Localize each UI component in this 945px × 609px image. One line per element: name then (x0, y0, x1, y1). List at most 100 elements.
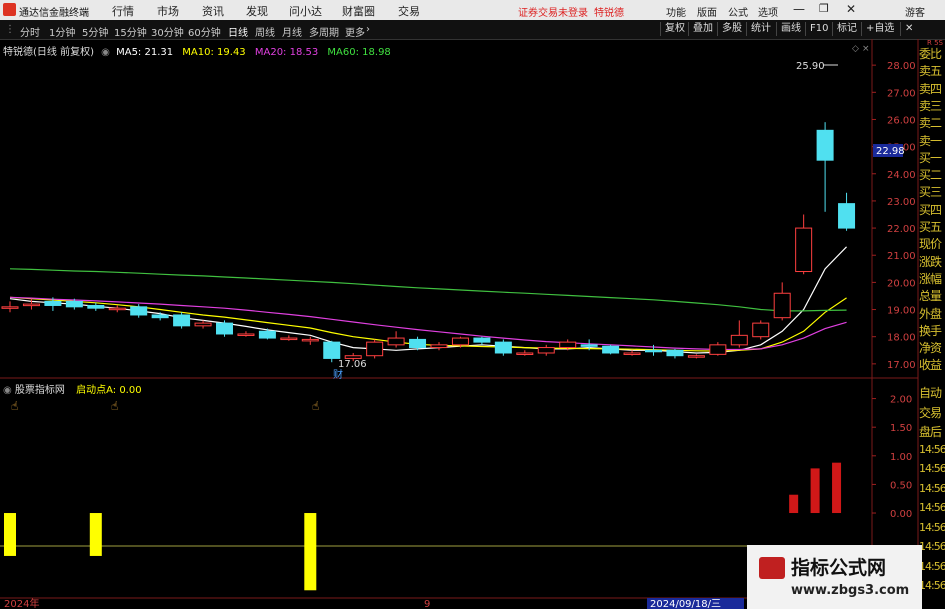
candle-down (494, 341, 512, 354)
indicator-bar (789, 494, 799, 514)
price-tick-label: 19.00 (887, 306, 916, 317)
menu-ask-xiaoda[interactable]: 问小达 (289, 3, 322, 19)
price-tick-label: 28.00 (887, 61, 916, 72)
candle-up (22, 303, 40, 307)
period-multi[interactable]: 多周期 (309, 24, 339, 39)
indicator-name[interactable]: 股票指标网 (15, 385, 65, 396)
candle-up (709, 344, 727, 355)
sidebar-bottom-item[interactable]: 自动 (919, 384, 945, 401)
period-60min[interactable]: 60分钟 (188, 24, 221, 39)
sidebar-bottom-item[interactable]: 14:56 (919, 540, 945, 553)
menu-options[interactable]: 选项 (758, 4, 778, 19)
sidebar-item[interactable]: 总量 (919, 287, 945, 304)
menu-quotes[interactable]: 行情 (112, 3, 134, 19)
sidebar-item[interactable]: 委比 (919, 45, 945, 62)
period-toolbar: ⋮ 分时 1分钟 5分钟 15分钟 30分钟 60分钟 日线 周线 月线 多周期… (0, 20, 945, 40)
menu-market[interactable]: 市场 (157, 3, 179, 19)
candle-up (237, 333, 255, 336)
sidebar-item[interactable]: 买四 (919, 201, 945, 218)
sidebar-item[interactable]: 涨跌 (919, 253, 945, 270)
sidebar-item[interactable]: 卖一 (919, 132, 945, 149)
indicator-bar (304, 513, 317, 591)
candle-down (65, 300, 83, 308)
ma10-label: MA10: 19.43 (182, 47, 246, 58)
sidebar-bottom-item[interactable]: 交易 (919, 404, 945, 421)
sidebar-bottom-item[interactable]: 14:56 (919, 443, 945, 456)
mark-button[interactable]: 标记 (832, 22, 861, 36)
financial-report-marker[interactable]: 财 (333, 368, 343, 381)
high-price-label: 25.90 (796, 61, 825, 72)
sidebar-bottom-item[interactable]: 14:56 (919, 560, 945, 573)
restore-icon[interactable]: ❐ (819, 2, 829, 15)
sidebar-bottom-item[interactable]: 14:56 (919, 482, 945, 495)
menu-discover[interactable]: 发现 (246, 3, 268, 19)
x-axis-label-month: 9 (424, 599, 430, 609)
period-15min[interactable]: 15分钟 (114, 24, 147, 39)
diamond-icon[interactable]: ◇ (852, 44, 859, 54)
candle-down (580, 344, 598, 347)
period-intraday[interactable]: 分时 (20, 24, 40, 39)
menu-formula[interactable]: 公式 (728, 4, 748, 19)
sidebar-item[interactable]: 收益 (919, 356, 945, 373)
sidebar-item[interactable]: 涨幅 (919, 270, 945, 287)
period-5min[interactable]: 5分钟 (82, 24, 108, 39)
sidebar-item[interactable]: 现价 (919, 235, 945, 252)
menu-news[interactable]: 资讯 (202, 3, 224, 19)
minimize-icon[interactable]: — (793, 2, 805, 16)
period-more[interactable]: 更多 (345, 24, 365, 39)
sidebar-item[interactable]: 卖二 (919, 114, 945, 131)
menu-layout[interactable]: 版面 (697, 4, 717, 19)
period-1min[interactable]: 1分钟 (49, 24, 75, 39)
period-weekly[interactable]: 周线 (255, 24, 275, 39)
ma5-label: MA5: 21.31 (116, 47, 174, 58)
watermark-title: 指标公式网 (791, 557, 887, 579)
overlay-button[interactable]: 叠加 (688, 22, 717, 36)
guest-label[interactable]: 游客 (905, 4, 925, 19)
close-icon[interactable]: ✕ (846, 2, 856, 16)
chevron-right-icon[interactable]: › (366, 24, 370, 35)
sidebar-bottom-item[interactable]: 14:56 (919, 521, 945, 534)
sidebar-item[interactable]: 卖三 (919, 97, 945, 114)
multi-stock-button[interactable]: 多股 (717, 22, 746, 36)
period-30min[interactable]: 30分钟 (151, 24, 184, 39)
sidebar-item[interactable]: 买一 (919, 149, 945, 166)
sidebar-item[interactable]: 外盘 (919, 305, 945, 322)
menu-functions[interactable]: 功能 (666, 4, 686, 19)
sidebar-item[interactable]: 买二 (919, 166, 945, 183)
stats-button[interactable]: 统计 (746, 22, 775, 36)
drawing-button[interactable]: 画线 (776, 22, 805, 36)
sidebar-bottom-item[interactable]: 盘后 (919, 423, 945, 440)
candle-down (816, 129, 834, 161)
candlesticks (1, 122, 856, 363)
login-notice[interactable]: 证券交易未登录 (518, 4, 588, 19)
menu-trade[interactable]: 交易 (398, 3, 420, 19)
sidebar-item[interactable]: 买五 (919, 218, 945, 235)
kline-chart[interactable]: 28.0027.0026.0025.0024.0023.0022.0021.00… (0, 39, 945, 609)
price-tick-label: 21.00 (887, 251, 916, 262)
close-panel-icon[interactable]: ✕ (900, 22, 917, 36)
f10-button[interactable]: F10 (805, 22, 832, 36)
sidebar-item[interactable]: 净资 (919, 339, 945, 356)
period-daily[interactable]: 日线 (228, 24, 248, 39)
candle-down (130, 306, 148, 316)
close-pane-icon[interactable]: × (862, 44, 870, 54)
sidebar-item[interactable]: 卖五 (919, 62, 945, 79)
hand-pointer-icon: ☝ (312, 399, 319, 413)
add-watchlist-button[interactable]: +自选 (861, 22, 898, 36)
period-monthly[interactable]: 月线 (282, 24, 302, 39)
adjust-button[interactable]: 复权 (660, 22, 689, 36)
sidebar-bottom-item[interactable]: 14:56 (919, 501, 945, 514)
settings-circle-icon[interactable]: ◉ (3, 385, 12, 396)
account-name[interactable]: 特锐德 (594, 4, 624, 19)
sidebar-item[interactable]: 买三 (919, 183, 945, 200)
sidebar-bottom-item[interactable]: 14:56 (919, 579, 945, 592)
candle-up (344, 355, 362, 359)
sidebar-item[interactable]: 卖四 (919, 80, 945, 97)
sidebar-bottom-item[interactable]: 14:56 (919, 462, 945, 475)
price-tick-label: 26.00 (887, 115, 916, 126)
menu-wealth-circle[interactable]: 财富圈 (342, 3, 375, 19)
sidebar-item[interactable]: 换手 (919, 322, 945, 339)
hand-pointer-icon: ☝ (111, 399, 118, 413)
settings-circle-icon[interactable]: ◉ (101, 47, 110, 58)
stock-name-title[interactable]: 特锐德(日线 前复权) (3, 47, 94, 58)
